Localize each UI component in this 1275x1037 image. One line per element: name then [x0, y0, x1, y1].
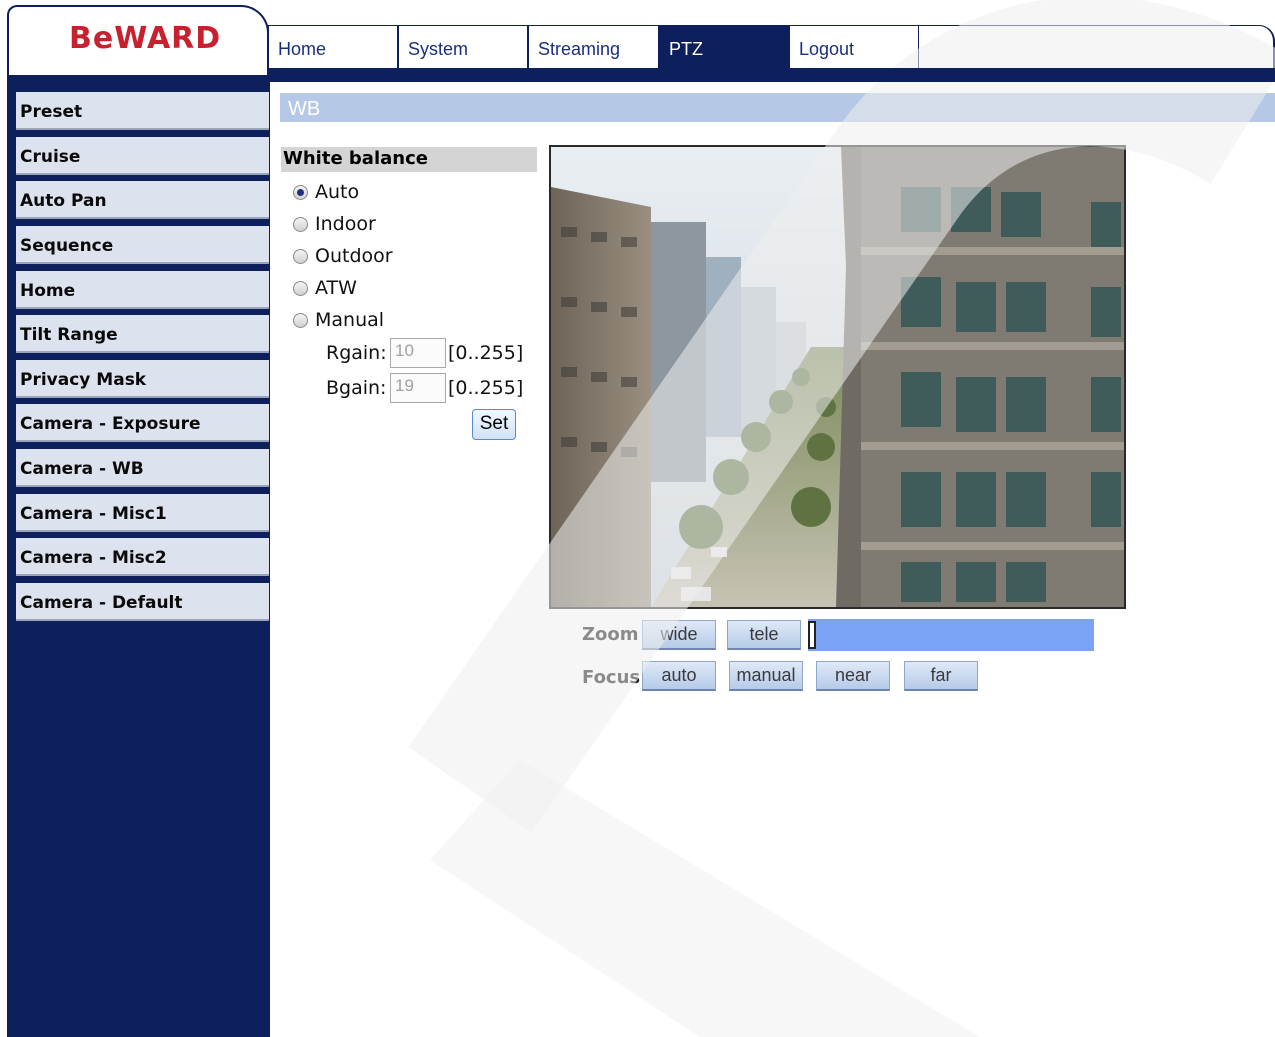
wb-option-label: Indoor	[315, 213, 376, 235]
wb-option-indoor[interactable]: Indoor	[293, 210, 376, 238]
sidebar-item-camera-wb[interactable]: Camera - WB	[16, 449, 269, 487]
sidebar-item-camera-misc2[interactable]: Camera - Misc2	[16, 538, 269, 576]
zoom-level-indicator[interactable]	[808, 621, 816, 649]
sidebar-item-tilt-range[interactable]: Tilt Range	[16, 315, 269, 353]
radio-unchecked-icon[interactable]	[293, 248, 308, 264]
zoom-label: Zoom	[582, 624, 639, 645]
camera-live-view[interactable]	[549, 145, 1126, 609]
zoom-level-bar[interactable]	[808, 619, 1094, 651]
zoom-tele-button[interactable]: tele	[727, 620, 801, 650]
sidebar-item-auto-pan[interactable]: Auto Pan	[16, 181, 269, 219]
focus-far-button[interactable]: far	[904, 661, 978, 691]
rgain-range: [0..255]	[448, 342, 524, 364]
set-button[interactable]: Set	[472, 409, 516, 440]
tab-system[interactable]: System	[398, 26, 528, 69]
wb-option-auto[interactable]: Auto	[293, 178, 359, 206]
zoom-wide-button[interactable]: wide	[642, 620, 716, 650]
camera-view-image	[551, 147, 1124, 607]
bgain-range: [0..255]	[448, 377, 524, 399]
sidebar-item-camera-exposure[interactable]: Camera - Exposure	[16, 404, 269, 442]
focus-auto-button[interactable]: auto	[642, 661, 716, 691]
sidebar-item-cruise[interactable]: Cruise	[16, 137, 269, 175]
radio-unchecked-icon[interactable]	[293, 312, 308, 328]
wb-option-label: Manual	[315, 309, 385, 331]
sidebar-item-camera-misc1[interactable]: Camera - Misc1	[16, 494, 269, 532]
wb-option-manual[interactable]: Manual	[293, 306, 384, 334]
wb-option-label: Auto	[315, 181, 360, 203]
rgain-input[interactable]: 10	[390, 338, 446, 368]
sidebar: Preset Cruise Auto Pan Sequence Home Til…	[7, 82, 270, 1037]
wb-option-outdoor[interactable]: Outdoor	[293, 242, 393, 270]
radio-unchecked-icon[interactable]	[293, 280, 308, 296]
bgain-input[interactable]: 19	[390, 373, 446, 403]
tab-home[interactable]: Home	[268, 26, 398, 69]
rgain-label: Rgain:	[326, 342, 387, 364]
wb-option-label: ATW	[315, 277, 357, 299]
focus-manual-button[interactable]: manual	[729, 661, 803, 691]
wb-option-atw[interactable]: ATW	[293, 274, 357, 302]
sidebar-item-privacy-mask[interactable]: Privacy Mask	[16, 360, 269, 398]
bgain-label: Bgain:	[326, 377, 387, 399]
focus-near-button[interactable]: near	[816, 661, 890, 691]
radio-checked-icon[interactable]	[293, 184, 308, 200]
white-balance-title: White balance	[281, 147, 537, 172]
sidebar-item-preset[interactable]: Preset	[16, 92, 269, 130]
tab-streaming[interactable]: Streaming	[528, 26, 659, 69]
section-title: WB	[280, 93, 1275, 122]
sidebar-item-sequence[interactable]: Sequence	[16, 226, 269, 264]
beward-logo: BeWARD	[69, 21, 222, 56]
radio-unchecked-icon[interactable]	[293, 216, 308, 232]
wb-option-label: Outdoor	[315, 245, 393, 267]
logo-container: BeWARD	[7, 5, 269, 75]
tab-ptz[interactable]: PTZ	[659, 26, 789, 69]
focus-label: Focus	[582, 667, 641, 688]
tab-logout[interactable]: Logout	[789, 26, 919, 69]
sidebar-item-home[interactable]: Home	[16, 271, 269, 309]
sidebar-item-camera-default[interactable]: Camera - Default	[16, 583, 269, 621]
